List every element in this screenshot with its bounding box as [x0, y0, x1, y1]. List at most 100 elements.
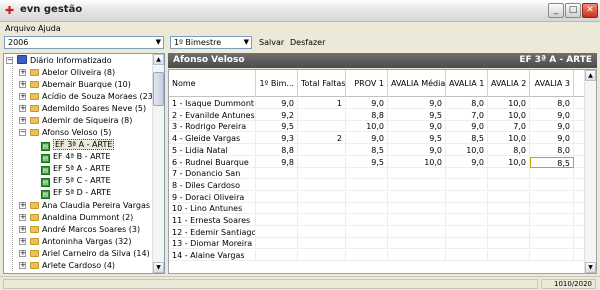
table-row[interactable]: 7 - Donancio San [169, 168, 596, 180]
cell-prov1[interactable] [346, 191, 388, 203]
collapse-icon[interactable]: − [19, 129, 26, 136]
table-row[interactable]: 5 - Lidia Natal 8,8 8,5 9,0 10,0 8,0 8,0 [169, 144, 596, 156]
menu-arquivo[interactable]: Arquivo [5, 24, 36, 33]
teacher-tree[interactable]: − Diário Informatizado + Abelor Oliveira… [3, 53, 165, 274]
cell-total-faltas[interactable] [298, 179, 346, 191]
cell-bimestre[interactable] [256, 238, 298, 250]
cell-total-faltas[interactable] [298, 215, 346, 226]
undo-button[interactable]: Desfazer [290, 38, 325, 47]
cell-avalia2[interactable] [488, 203, 530, 215]
col-header-avalia-media[interactable]: AVALIA Média [388, 70, 446, 97]
cell-avalia2[interactable] [488, 191, 530, 203]
cell-bimestre[interactable]: 9,3 [256, 133, 298, 145]
cell-avalia3[interactable] [530, 215, 574, 226]
cell-avalia1[interactable]: 10,0 [446, 144, 488, 156]
table-row[interactable]: 3 - Rodrigo Pereira 9,5 10,0 9,0 9,0 7,0 9,0 [169, 121, 596, 133]
cell-bimestre[interactable]: 8,8 [256, 144, 298, 156]
scroll-down-icon[interactable]: ▼ [585, 262, 596, 273]
cell-prov1[interactable] [346, 238, 388, 250]
grades-grid[interactable]: Nome 1º Bim... Total Faltas PROV 1 AVALI… [168, 69, 597, 274]
cell-bimestre[interactable]: 9,0 [256, 98, 298, 109]
cell-avalia3[interactable]: 9,0 [530, 109, 574, 121]
cell-avalia1[interactable]: 8,0 [446, 98, 488, 109]
cell-avalia3[interactable]: 9,0 [530, 121, 574, 133]
cell-total-faltas[interactable] [298, 226, 346, 238]
cell-avalia-media[interactable] [388, 191, 446, 203]
expand-icon[interactable]: + [19, 202, 26, 209]
cell-avalia-media[interactable] [388, 203, 446, 215]
table-row[interactable]: 14 - Alaine Vargas [169, 250, 596, 262]
cell-avalia-media[interactable] [388, 179, 446, 191]
table-row[interactable]: 4 - Gleide Vargas 9,3 2 9,0 9,5 8,5 10,0 9,0 [169, 133, 596, 145]
cell-bimestre[interactable] [256, 215, 298, 226]
cell-avalia1[interactable] [446, 179, 488, 191]
cell-bimestre[interactable]: 9,5 [256, 121, 298, 133]
save-button[interactable]: Salvar [259, 38, 284, 47]
cell-avalia-media[interactable]: 9,0 [388, 144, 446, 156]
cell-avalia-media[interactable]: 9,5 [388, 133, 446, 145]
cell-avalia-media[interactable] [388, 238, 446, 250]
cell-avalia2[interactable] [488, 250, 530, 262]
col-header-avalia1[interactable]: AVALIA 1 [446, 70, 488, 97]
cell-avalia2[interactable]: 10,0 [488, 133, 530, 145]
table-row[interactable]: 9 - Doraci Oliveira [169, 191, 596, 203]
cell-bimestre[interactable] [256, 250, 298, 262]
table-row[interactable]: 2 - Evanilde Antunes 9,2 8,8 9,5 7,0 10,0 9,0 [169, 109, 596, 121]
cell-avalia1[interactable] [446, 238, 488, 250]
tree-class[interactable]: ▤ EF 5ª A - ARTE [41, 163, 110, 175]
expand-icon[interactable]: + [19, 226, 26, 233]
cell-avalia3[interactable] [530, 168, 574, 180]
cell-avalia3[interactable] [530, 226, 574, 238]
cell-prov1[interactable]: 9,0 [346, 133, 388, 145]
cell-prov1[interactable] [346, 250, 388, 262]
expand-icon[interactable]: + [19, 214, 26, 221]
cell-avalia2[interactable] [488, 238, 530, 250]
cell-bimestre[interactable] [256, 179, 298, 191]
scroll-up-icon[interactable]: ▲ [153, 54, 164, 65]
minimize-button[interactable]: _ [548, 3, 564, 18]
scroll-thumb[interactable] [153, 72, 164, 106]
cell-avalia1[interactable] [446, 250, 488, 262]
expand-icon[interactable]: + [19, 250, 26, 257]
table-row[interactable]: 11 - Ernesta Soares [169, 215, 596, 226]
scroll-down-icon[interactable]: ▼ [153, 262, 164, 273]
cell-total-faltas[interactable]: 2 [298, 133, 346, 145]
cell-avalia-media[interactable]: 10,0 [388, 156, 446, 168]
expand-icon[interactable]: + [19, 93, 26, 100]
tree-scrollbar[interactable]: ▲ ▼ [152, 54, 164, 273]
cell-avalia1[interactable]: 8,5 [446, 133, 488, 145]
cell-total-faltas[interactable] [298, 109, 346, 121]
table-row[interactable]: 1 - Isaque Dummont 9,0 1 9,0 9,0 8,0 10,0 8,0 [169, 98, 596, 109]
menu-ajuda[interactable]: Ajuda [38, 24, 61, 33]
cell-avalia3[interactable]: 8,5 [530, 156, 574, 168]
cell-avalia-media[interactable]: 9,0 [388, 98, 446, 109]
cell-avalia1[interactable] [446, 226, 488, 238]
cell-avalia1[interactable]: 7,0 [446, 109, 488, 121]
cell-prov1[interactable]: 10,0 [346, 121, 388, 133]
col-header-prov1[interactable]: PROV 1 [346, 70, 388, 97]
table-row[interactable]: 8 - Diles Cardoso [169, 179, 596, 191]
cell-avalia3[interactable] [530, 250, 574, 262]
cell-avalia-media[interactable]: 9,0 [388, 121, 446, 133]
cell-prov1[interactable]: 9,5 [346, 156, 388, 168]
chevron-down-icon[interactable]: ▼ [156, 37, 161, 48]
cell-bimestre[interactable] [256, 203, 298, 215]
cell-total-faltas[interactable] [298, 191, 346, 203]
cell-prov1[interactable] [346, 226, 388, 238]
close-button[interactable]: ✕ [582, 3, 598, 18]
cell-avalia1[interactable] [446, 191, 488, 203]
cell-avalia1[interactable] [446, 203, 488, 215]
cell-total-faltas[interactable] [298, 203, 346, 215]
cell-avalia3[interactable] [530, 179, 574, 191]
cell-avalia2[interactable]: 8,0 [488, 144, 530, 156]
table-row[interactable]: 13 - Diomar Moreira [169, 238, 596, 250]
cell-avalia2[interactable] [488, 215, 530, 226]
cell-prov1[interactable]: 8,5 [346, 144, 388, 156]
expand-icon[interactable]: + [19, 238, 26, 245]
cell-avalia1[interactable]: 9,0 [446, 121, 488, 133]
cell-avalia3[interactable]: 8,0 [530, 144, 574, 156]
col-header-nome[interactable]: Nome [169, 70, 256, 97]
collapse-icon[interactable]: − [6, 57, 13, 64]
cell-total-faltas[interactable] [298, 168, 346, 180]
expand-icon[interactable]: + [19, 81, 26, 88]
